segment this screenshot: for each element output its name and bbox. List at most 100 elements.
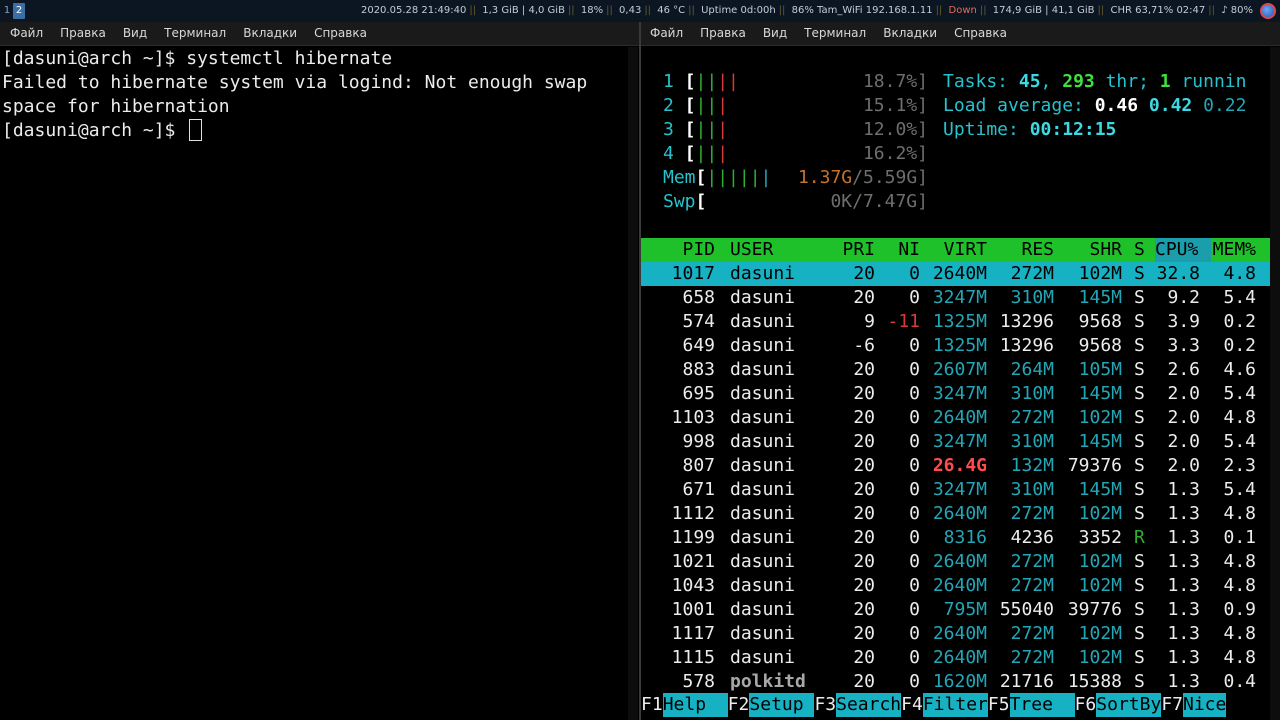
- process-table-header: PID USER PRI NI VIRT RES SHR S CPU% MEM%: [641, 238, 1270, 262]
- terminal-cursor: [189, 119, 203, 141]
- htop-terminal[interactable]: F1Help F2Setup F3SearchF4FilterF5Tree F6…: [641, 47, 1280, 720]
- process-res: 272M: [1010, 503, 1054, 524]
- process-row[interactable]: 883 dasuni 20 0 2607M 264M 105M S 2.6 4.6: [641, 358, 1270, 382]
- left-terminal[interactable]: [dasuni@arch ~]$ systemctl hibernate Fail…: [0, 47, 639, 720]
- header-cpu[interactable]: CPU%: [1155, 238, 1211, 262]
- process-mem: 0.9: [1223, 599, 1256, 620]
- menu-tabs[interactable]: Вкладки: [233, 22, 297, 45]
- process-user: dasuni: [730, 311, 796, 332]
- menu-tabs[interactable]: Вкладки: [873, 22, 937, 45]
- disk-status: 174,9 GiB | 41,1 GiB: [992, 5, 1095, 16]
- cpu-bar-user: ||: [695, 95, 718, 116]
- header-pid[interactable]: PID: [682, 238, 715, 262]
- cpu-id: 2: [663, 95, 674, 116]
- process-user: dasuni: [730, 575, 796, 596]
- process-virt: 795M: [943, 599, 987, 620]
- app-launcher-icon[interactable]: [1260, 3, 1276, 19]
- process-user: dasuni: [730, 503, 796, 524]
- process-row[interactable]: 695 dasuni 20 0 3247M 310M 145M S 2.0 5.4: [641, 382, 1270, 406]
- menu-help[interactable]: Справка: [304, 22, 367, 45]
- menu-terminal[interactable]: Терминал: [794, 22, 866, 45]
- header-mem[interactable]: MEM%: [1213, 238, 1256, 262]
- right-scrollbar[interactable]: [1270, 47, 1280, 720]
- menu-edit[interactable]: Правка: [50, 22, 106, 45]
- header-virt[interactable]: VIRT: [944, 238, 987, 262]
- process-virt: 26.4G: [932, 455, 987, 476]
- process-row[interactable]: 998 dasuni 20 0 3247M 310M 145M S 2.0 5.4: [641, 430, 1270, 454]
- process-row[interactable]: 807 dasuni 20 0 26.4G 132M 79376 S 2.0 2.3: [641, 454, 1270, 478]
- process-virt: 1325M: [932, 335, 987, 356]
- process-row[interactable]: 649 dasuni -6 0 1325M 13296 9568 S 3.3 0.2: [641, 334, 1270, 358]
- process-row[interactable]: 578 polkitd 20 0 1620M 21716 15388 S 1.3 0.4: [641, 670, 1270, 694]
- process-row[interactable]: 1001 dasuni 20 0 795M 55040 39776 S 1.3 0.9: [641, 598, 1270, 622]
- menu-edit[interactable]: Правка: [690, 22, 746, 45]
- process-user: dasuni: [730, 263, 796, 284]
- fkey-f2: F2: [727, 694, 750, 715]
- header-state[interactable]: S: [1134, 238, 1145, 262]
- fkey-f5-button[interactable]: Tree: [1009, 693, 1075, 717]
- process-pid: 574: [682, 311, 715, 332]
- fkey-f2-button[interactable]: Setup: [749, 693, 815, 717]
- process-row[interactable]: 1017 dasuni 20 0 2640M 272M 102M S 32.8 4.8: [641, 262, 1270, 286]
- process-row[interactable]: 1117 dasuni 20 0 2640M 272M 102M S 1.3 4.8: [641, 622, 1270, 646]
- process-cpu: 1.3: [1167, 623, 1200, 644]
- cpu-bar-system: |: [717, 95, 729, 116]
- header-user[interactable]: USER: [730, 238, 773, 262]
- menu-help[interactable]: Справка: [944, 22, 1007, 45]
- header-pri[interactable]: PRI: [842, 238, 875, 262]
- process-pri: 20: [853, 263, 875, 284]
- workspace-1[interactable]: 1: [1, 3, 13, 19]
- process-shr: 145M: [1078, 431, 1122, 452]
- process-row[interactable]: 1199 dasuni 20 0 8316 4236 3352 R 1.3 0.1: [641, 526, 1270, 550]
- process-pid: 658: [682, 287, 715, 308]
- swap-meter: Swp[0K/7.47G]: [663, 190, 943, 214]
- process-row[interactable]: 671 dasuni 20 0 3247M 310M 145M S 1.3 5.4: [641, 478, 1270, 502]
- process-cpu: 2.0: [1167, 407, 1200, 428]
- process-user: dasuni: [730, 527, 796, 548]
- swap-value: 0K/7.47G]: [830, 191, 928, 212]
- process-row[interactable]: 1103 dasuni 20 0 2640M 272M 102M S 2.0 4.8: [641, 406, 1270, 430]
- header-ni[interactable]: NI: [898, 238, 920, 262]
- process-user: dasuni: [730, 431, 796, 452]
- process-pid: 1043: [671, 575, 715, 596]
- process-pid: 1199: [671, 527, 715, 548]
- menu-file[interactable]: Файл: [640, 22, 683, 45]
- left-scrollbar[interactable]: [628, 47, 638, 720]
- header-shr[interactable]: SHR: [1089, 238, 1122, 262]
- fkey-f6-button[interactable]: SortBy: [1096, 693, 1162, 717]
- process-s: S: [1134, 599, 1145, 620]
- header-res[interactable]: RES: [1021, 238, 1054, 262]
- process-virt: 2640M: [932, 623, 987, 644]
- workspace-2[interactable]: 2: [13, 3, 25, 19]
- process-s: S: [1134, 503, 1145, 524]
- menu-file[interactable]: Файл: [0, 22, 43, 45]
- process-ni: 0: [909, 599, 920, 620]
- process-s: S: [1134, 647, 1145, 668]
- uptime-value: 00:12:15: [1029, 119, 1117, 140]
- process-ni: 0: [909, 335, 920, 356]
- fkey-f1-button[interactable]: Help: [662, 693, 728, 717]
- volume-status[interactable]: ♪ 80%: [1221, 5, 1253, 16]
- process-mem: 4.8: [1223, 503, 1256, 524]
- process-row[interactable]: 1115 dasuni 20 0 2640M 272M 102M S 1.3 4.8: [641, 646, 1270, 670]
- process-row[interactable]: 1021 dasuni 20 0 2640M 272M 102M S 1.3 4.8: [641, 550, 1270, 574]
- process-pid: 1117: [671, 623, 715, 644]
- process-s: S: [1134, 359, 1145, 380]
- fkey-f4-button[interactable]: Filter: [922, 693, 988, 717]
- process-row[interactable]: 574 dasuni 9 -11 1325M 13296 9568 S 3.9 0.2: [641, 310, 1270, 334]
- cpu-status: 18%: [580, 5, 604, 16]
- menu-terminal[interactable]: Терминал: [154, 22, 226, 45]
- process-mem: 4.8: [1223, 551, 1256, 572]
- tasks-line: Tasks: 45, 293 thr; 1 runnin: [943, 70, 1270, 94]
- process-shr: 39776: [1067, 599, 1122, 620]
- process-row[interactable]: 1112 dasuni 20 0 2640M 272M 102M S 1.3 4.8: [641, 502, 1270, 526]
- process-pri: 20: [853, 623, 875, 644]
- fkey-f6: F6: [1074, 694, 1097, 715]
- process-row[interactable]: 1043 dasuni 20 0 2640M 272M 102M S 1.3 4.8: [641, 574, 1270, 598]
- menu-view[interactable]: Вид: [113, 22, 147, 45]
- process-cpu: 1.3: [1167, 551, 1200, 572]
- process-row[interactable]: 658 dasuni 20 0 3247M 310M 145M S 9.2 5.4: [641, 286, 1270, 310]
- menu-view[interactable]: Вид: [753, 22, 787, 45]
- fkey-f7-button[interactable]: Nice: [1183, 693, 1227, 717]
- fkey-f3-button[interactable]: Search: [836, 693, 902, 717]
